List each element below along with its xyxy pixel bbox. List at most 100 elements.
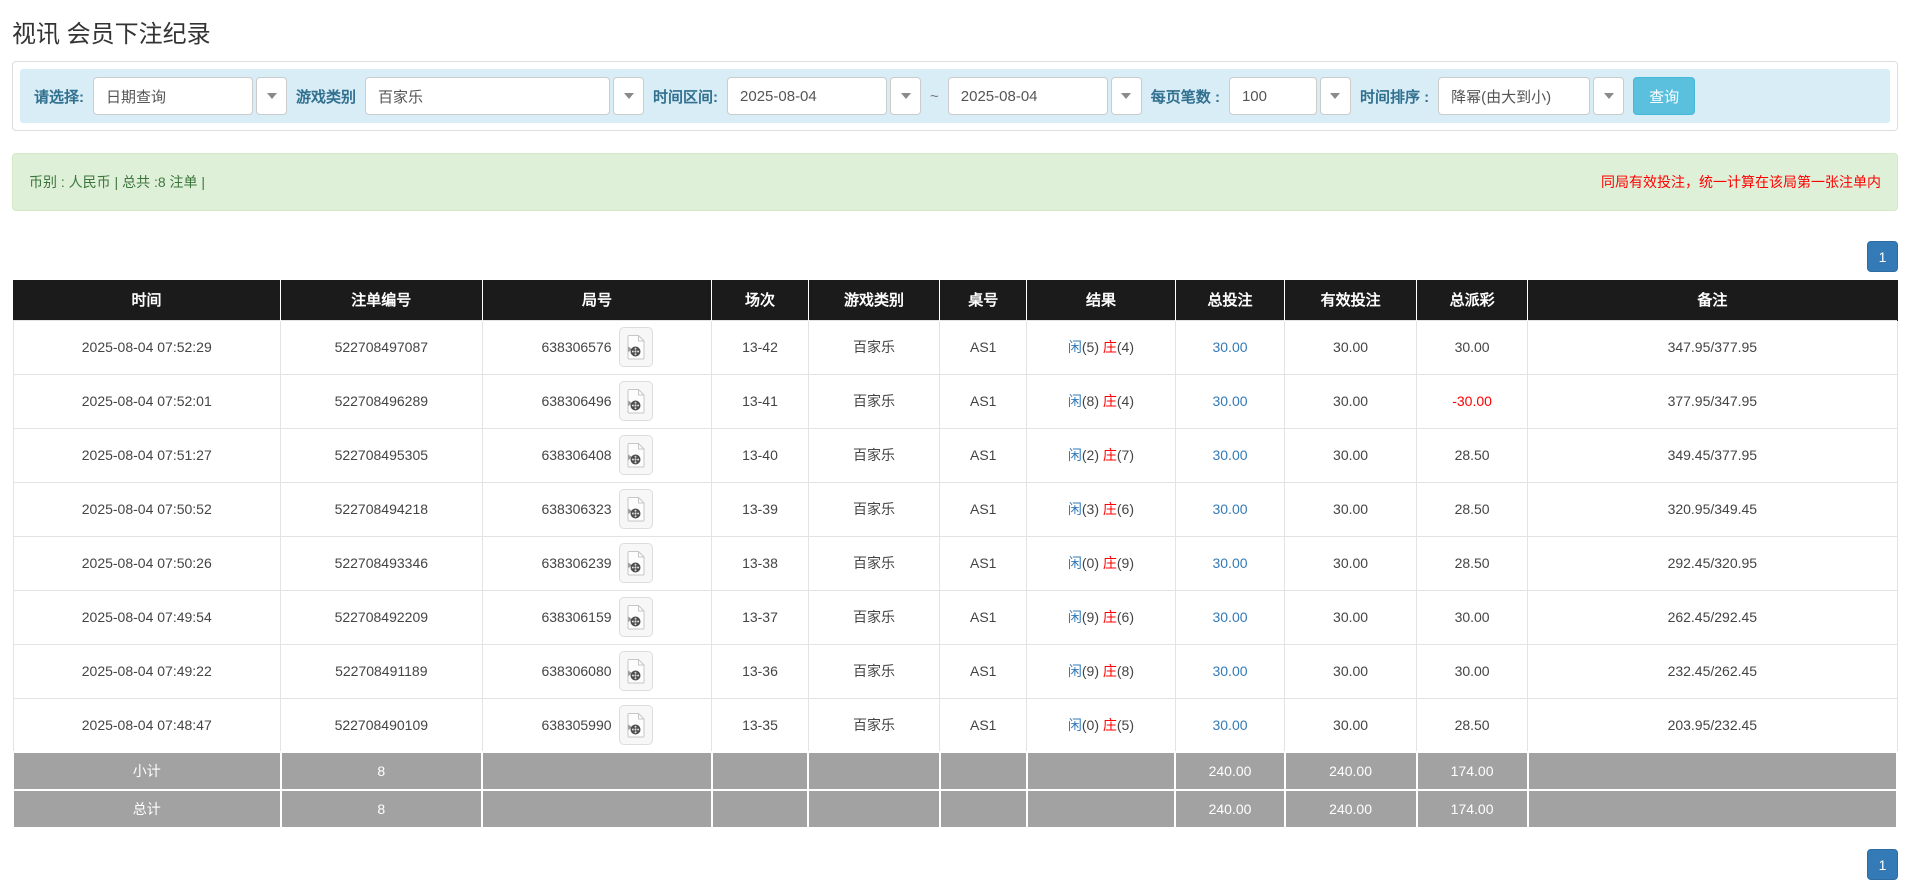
page-size-label: 每页笔数 : (1151, 86, 1220, 107)
subtotal-row-label-cell: 小计 (13, 752, 281, 790)
total-bet-link[interactable]: 30.00 (1212, 609, 1247, 625)
date-to-dropdown-button[interactable] (1111, 77, 1142, 115)
remark-cell: 377.95/347.95 (1528, 374, 1897, 428)
video-replay-button[interactable] (619, 597, 653, 637)
notice-text: 同局有效投注，统一计算在该局第一张注单内 (1601, 172, 1881, 192)
total-row-count-cell: 8 (281, 790, 483, 828)
video-replay-icon (626, 496, 646, 522)
sort-order-dropdown-button[interactable] (1593, 77, 1624, 115)
bet-id-cell: 522708495305 (281, 428, 483, 482)
payout-cell: 28.50 (1417, 698, 1528, 752)
total-bet-link[interactable]: 30.00 (1212, 393, 1247, 409)
sort-order-select[interactable]: 降幂(由大到小) (1438, 77, 1624, 115)
total-bet-link[interactable]: 30.00 (1212, 447, 1247, 463)
total-row-label-cell: 总计 (13, 790, 281, 828)
total-bet-link[interactable]: 30.00 (1212, 501, 1247, 517)
player-result-label: 闲 (1068, 663, 1082, 679)
table-row: 2025-08-04 07:49:54522708492209638306159… (13, 590, 1897, 644)
total-bet-link[interactable]: 30.00 (1212, 339, 1247, 355)
time-cell: 2025-08-04 07:52:29 (13, 320, 281, 374)
date-from-dropdown-button[interactable] (890, 77, 921, 115)
table-row: 2025-08-04 07:52:01522708496289638306496… (13, 374, 1897, 428)
player-result-label: 闲 (1068, 339, 1082, 355)
video-replay-icon (626, 604, 646, 630)
remark-cell: 262.45/292.45 (1528, 590, 1897, 644)
result-cell: 闲(8) 庄(4) (1027, 374, 1176, 428)
game-type-cell: 百家乐 (808, 590, 940, 644)
total-row-session-cell (712, 790, 808, 828)
round-id-text: 638306408 (541, 447, 611, 463)
page-size-dropdown-button[interactable] (1320, 77, 1351, 115)
result-cell: 闲(0) 庄(5) (1027, 698, 1176, 752)
pagination-bottom: 1 (12, 849, 1898, 880)
column-header-4: 场次 (712, 280, 808, 320)
search-button[interactable]: 查询 (1633, 77, 1695, 115)
subtotal-row-table-no-cell (940, 752, 1027, 790)
column-header-2: 注单编号 (281, 280, 483, 320)
column-header-3: 局号 (482, 280, 712, 320)
player-result-value: (0) (1082, 717, 1103, 733)
column-header-7: 结果 (1027, 280, 1176, 320)
player-result-label: 闲 (1068, 555, 1082, 571)
video-replay-button[interactable] (619, 705, 653, 745)
video-replay-button[interactable] (619, 543, 653, 583)
query-mode-select[interactable]: 日期查询 (93, 77, 287, 115)
table-row: 2025-08-04 07:52:29522708497087638306576… (13, 320, 1897, 374)
total-bet-cell: 30.00 (1175, 428, 1284, 482)
game-type-dropdown-button[interactable] (613, 77, 644, 115)
video-replay-button[interactable] (619, 651, 653, 691)
player-result-value: (0) (1082, 555, 1103, 571)
remark-cell: 232.45/262.45 (1528, 644, 1897, 698)
time-cell: 2025-08-04 07:50:52 (13, 482, 281, 536)
date-to-value: 2025-08-04 (948, 77, 1108, 115)
banker-result-value: (7) (1117, 447, 1134, 463)
total-row-result-cell (1027, 790, 1176, 828)
video-replay-button[interactable] (619, 327, 653, 367)
game-type-value: 百家乐 (365, 77, 610, 115)
round-id-cell: 638306496 (482, 374, 712, 428)
valid-bet-cell: 30.00 (1285, 374, 1417, 428)
subtotal-row-game-cell (808, 752, 940, 790)
round-id-wrap: 638306159 (541, 597, 652, 637)
bet-id-cell: 522708496289 (281, 374, 483, 428)
payout-cell: 28.50 (1417, 482, 1528, 536)
round-id-cell: 638306080 (482, 644, 712, 698)
page-button-1-top[interactable]: 1 (1867, 241, 1898, 272)
page-title: 视讯 会员下注纪录 (12, 14, 1898, 49)
game-type-cell: 百家乐 (808, 536, 940, 590)
round-id-cell: 638306576 (482, 320, 712, 374)
game-type-select[interactable]: 百家乐 (365, 77, 644, 115)
video-replay-button[interactable] (619, 489, 653, 529)
chevron-down-icon (267, 93, 277, 99)
bet-records-table: 时间注单编号局号场次游戏类别桌号结果总投注有效投注总派彩备注 2025-08-0… (12, 280, 1898, 829)
total-bet-link[interactable]: 30.00 (1212, 717, 1247, 733)
date-to-select[interactable]: 2025-08-04 (948, 77, 1142, 115)
video-replay-icon (626, 658, 646, 684)
valid-bet-cell: 30.00 (1285, 428, 1417, 482)
column-header-1: 时间 (13, 280, 281, 320)
date-from-select[interactable]: 2025-08-04 (727, 77, 921, 115)
query-mode-dropdown-button[interactable] (256, 77, 287, 115)
banker-result-value: (5) (1117, 717, 1134, 733)
bet-id-cell: 522708494218 (281, 482, 483, 536)
chevron-down-icon (901, 93, 911, 99)
chevron-down-icon (1604, 93, 1614, 99)
page-size-select[interactable]: 100 (1229, 77, 1351, 115)
result-cell: 闲(5) 庄(4) (1027, 320, 1176, 374)
banker-result-value: (9) (1117, 555, 1134, 571)
player-result-value: (9) (1082, 609, 1103, 625)
round-id-cell: 638305990 (482, 698, 712, 752)
round-id-wrap: 638306576 (541, 327, 652, 367)
total-bet-link[interactable]: 30.00 (1212, 555, 1247, 571)
player-result-value: (3) (1082, 501, 1103, 517)
remark-cell: 320.95/349.45 (1528, 482, 1897, 536)
video-replay-button[interactable] (619, 381, 653, 421)
round-id-cell: 638306408 (482, 428, 712, 482)
table-row: 2025-08-04 07:50:26522708493346638306239… (13, 536, 1897, 590)
page-root: 视讯 会员下注纪录 请选择: 日期查询 游戏类别 百家乐 时间区间: 2025-… (0, 14, 1910, 880)
video-replay-button[interactable] (619, 435, 653, 475)
total-bet-cell: 30.00 (1175, 482, 1284, 536)
banker-result-value: (6) (1117, 501, 1134, 517)
total-bet-link[interactable]: 30.00 (1212, 663, 1247, 679)
page-button-1-bottom[interactable]: 1 (1867, 849, 1898, 880)
